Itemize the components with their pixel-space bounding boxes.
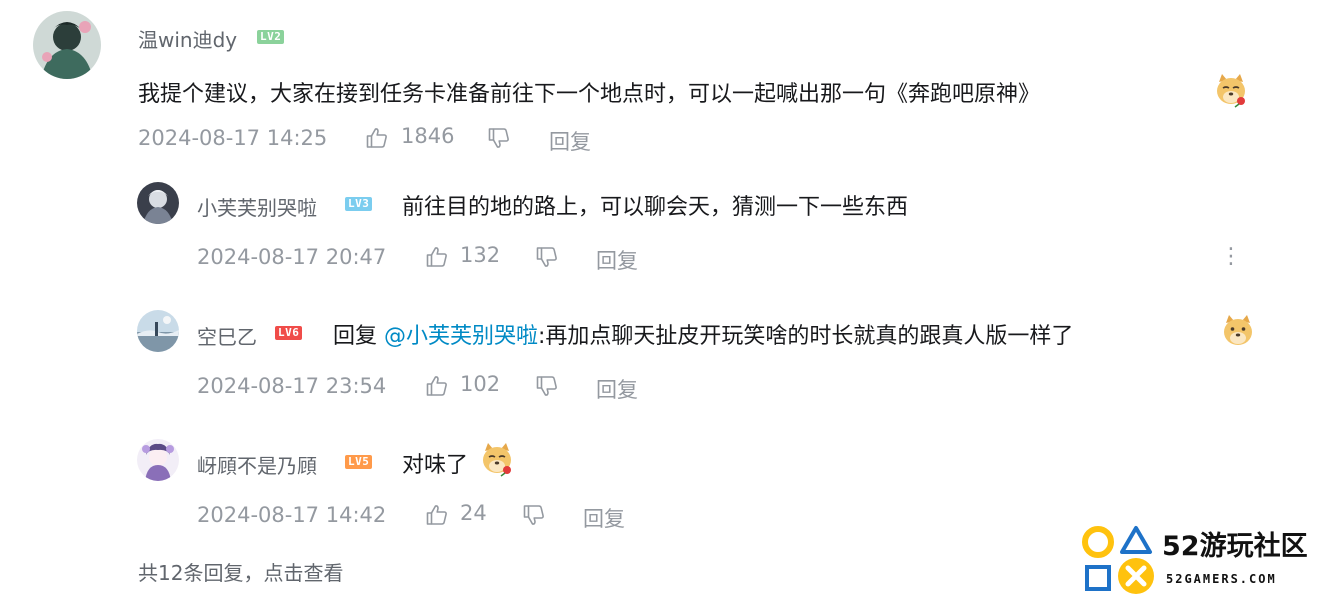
- comment-content: 前往目的地的路上，可以聊会天，猜测一下一些东西: [402, 195, 909, 220]
- comment-content: 我提个建议，大家在接到任务卡准备前往下一个地点时，可以一起喊出那一句《奔跑吧原神…: [138, 82, 1041, 107]
- avatar[interactable]: [137, 182, 179, 224]
- doge-rose-emoji: [479, 441, 515, 477]
- avatar[interactable]: [33, 11, 101, 79]
- like-count: 1846: [401, 124, 455, 148]
- like-icon[interactable]: [425, 374, 449, 398]
- comment-time: 2024-08-17 14:25: [138, 126, 328, 150]
- reply-button[interactable]: 回复: [596, 245, 638, 275]
- level-badge: LV3: [345, 197, 373, 211]
- reply-button[interactable]: 回复: [596, 374, 638, 404]
- reply-prefix: 回复: [333, 324, 384, 349]
- username[interactable]: 温win迪dy: [138, 24, 237, 53]
- dislike-icon[interactable]: [535, 374, 559, 398]
- comment-time: 2024-08-17 23:54: [197, 374, 387, 398]
- dislike-icon[interactable]: [487, 126, 511, 150]
- more-options-icon[interactable]: ⋮: [1220, 246, 1242, 268]
- comment-time: 2024-08-17 14:42: [197, 503, 387, 527]
- username[interactable]: 空巳乙: [197, 321, 257, 350]
- like-count: 24: [460, 501, 487, 525]
- reply-button[interactable]: 回复: [549, 126, 591, 156]
- avatar[interactable]: [137, 439, 179, 481]
- level-badge: LV2: [257, 30, 285, 44]
- comment-text: :再加点聊天扯皮开玩笑啥的时长就真的跟真人版一样了: [538, 324, 1074, 349]
- doge-rose-emoji: [1213, 72, 1249, 108]
- avatar[interactable]: [137, 310, 179, 352]
- like-icon[interactable]: [365, 126, 389, 150]
- watermark-logo: 52游玩社区 52GAMERS.COM: [1080, 520, 1325, 600]
- dislike-icon[interactable]: [535, 245, 559, 269]
- reply-button[interactable]: 回复: [583, 503, 625, 533]
- level-badge: LV6: [275, 326, 303, 340]
- view-all-replies-link[interactable]: 共12条回复，点击查看: [138, 557, 343, 586]
- username[interactable]: 小芙芙别哭啦: [197, 192, 317, 221]
- like-count: 102: [460, 372, 501, 396]
- comment-time: 2024-08-17 20:47: [197, 245, 387, 269]
- mention-link[interactable]: @小芙芙别哭啦: [384, 324, 538, 349]
- watermark-name: 52游玩社区: [1162, 531, 1308, 562]
- watermark-url: 52GAMERS.COM: [1166, 572, 1277, 586]
- comment-content: 对味了: [402, 453, 469, 478]
- comment-content: 回复 @小芙芙别哭啦:再加点聊天扯皮开玩笑啥的时长就真的跟真人版一样了: [333, 318, 1073, 350]
- level-badge: LV5: [345, 455, 373, 469]
- like-count: 132: [460, 243, 501, 267]
- doge-emoji: [1220, 313, 1256, 349]
- username[interactable]: 岈頋不是乃頋: [197, 450, 317, 479]
- dislike-icon[interactable]: [522, 503, 546, 527]
- like-icon[interactable]: [425, 245, 449, 269]
- like-icon[interactable]: [425, 503, 449, 527]
